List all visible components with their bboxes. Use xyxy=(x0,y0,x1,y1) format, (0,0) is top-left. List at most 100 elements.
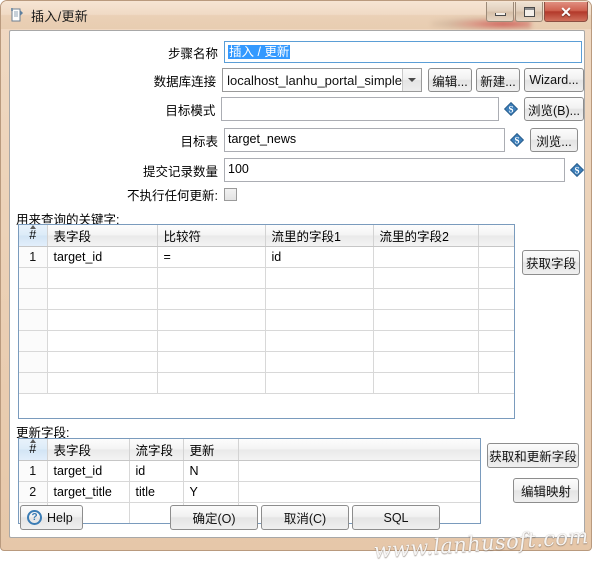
variable-dollar-icon[interactable]: S xyxy=(509,132,525,148)
row-index xyxy=(19,309,48,331)
row-index xyxy=(19,267,48,289)
cell-extra[interactable] xyxy=(478,309,514,331)
cell-comparator[interactable] xyxy=(157,267,266,289)
cell-stream-field2[interactable] xyxy=(373,288,479,310)
column-header-table-field[interactable]: 表字段 xyxy=(47,225,158,247)
cell-extra[interactable] xyxy=(478,246,514,268)
cell-stream-field[interactable]: id xyxy=(129,460,184,482)
table-row[interactable]: 1 target_id = id xyxy=(19,246,514,268)
column-header-stream-field[interactable]: 流字段 xyxy=(129,439,184,461)
commit-size-label: 提交记录数量 xyxy=(142,164,218,179)
cell-table-field[interactable] xyxy=(47,267,158,289)
cell-stream-field1[interactable]: id xyxy=(265,246,374,268)
row-index: 1 xyxy=(19,246,48,268)
row-index: 1 xyxy=(19,460,48,482)
table-row[interactable] xyxy=(19,267,514,289)
cell-stream-field2[interactable] xyxy=(373,267,479,289)
target-table-label: 目标表 xyxy=(180,134,218,149)
cancel-button[interactable]: 取消(C) xyxy=(261,505,349,530)
maximize-button[interactable] xyxy=(515,2,543,22)
get-and-update-fields-button[interactable]: 获取和更新字段 xyxy=(487,443,579,468)
browse-schema-button[interactable]: 浏览(B)... xyxy=(524,97,584,121)
cell-stream-field2[interactable] xyxy=(373,246,479,268)
table-row[interactable] xyxy=(19,351,514,373)
table-row[interactable] xyxy=(19,288,514,310)
cell-stream-field1[interactable] xyxy=(265,351,374,373)
column-header-index[interactable]: # xyxy=(19,439,48,461)
table-row[interactable] xyxy=(19,372,514,394)
browse-table-button[interactable]: 浏览... xyxy=(530,128,578,152)
edit-connection-button[interactable]: 编辑... xyxy=(428,68,472,92)
column-header-index[interactable]: # xyxy=(19,225,48,247)
help-button[interactable]: ? Help xyxy=(20,505,83,530)
cell-stream-field2[interactable] xyxy=(373,309,479,331)
table-row[interactable]: 1 target_id id N xyxy=(19,460,480,482)
cell-extra[interactable] xyxy=(478,267,514,289)
cell-stream-field1[interactable] xyxy=(265,330,374,352)
dialog-window: 插入/更新 ✕ 步骤名称 插入 / 更新 数据库连接 localhost_lan… xyxy=(0,0,592,563)
variable-dollar-icon[interactable]: S xyxy=(569,162,584,178)
step-name-input[interactable]: 插入 / 更新 xyxy=(224,41,582,63)
cell-table-field[interactable] xyxy=(47,330,158,352)
cell-stream-field2[interactable] xyxy=(373,330,479,352)
cell-extra[interactable] xyxy=(478,372,514,394)
column-header-blank[interactable] xyxy=(238,439,480,461)
column-header-stream-field1[interactable]: 流里的字段1 xyxy=(265,225,374,247)
column-header-comparator[interactable]: 比较符 xyxy=(157,225,266,247)
wizard-connection-button[interactable]: Wizard... xyxy=(524,68,584,92)
cell-comparator[interactable] xyxy=(157,351,266,373)
row-index xyxy=(19,372,48,394)
ok-button[interactable]: 确定(O) xyxy=(170,505,258,530)
target-table-input[interactable]: target_news xyxy=(224,128,505,152)
cell-comparator[interactable] xyxy=(157,372,266,394)
cell-table-field[interactable]: target_id xyxy=(47,246,158,268)
cell-table-field[interactable] xyxy=(47,351,158,373)
title-bar[interactable]: 插入/更新 ✕ xyxy=(1,1,591,31)
get-fields-button[interactable]: 获取字段 xyxy=(522,250,580,275)
row-index xyxy=(19,330,48,352)
cell-extra[interactable] xyxy=(478,288,514,310)
close-button[interactable]: ✕ xyxy=(544,2,588,22)
table-row[interactable] xyxy=(19,309,514,331)
cell-stream-field1[interactable] xyxy=(265,309,374,331)
insert-update-step-icon xyxy=(9,7,25,23)
cell-comparator[interactable] xyxy=(157,288,266,310)
chevron-down-icon[interactable] xyxy=(402,69,421,91)
cell-table-field[interactable]: target_id xyxy=(47,460,130,482)
cell-comparator[interactable]: = xyxy=(157,246,266,268)
column-header-table-field[interactable]: 表字段 xyxy=(47,439,130,461)
lookup-keys-grid[interactable]: # 表字段 比较符 流里的字段1 流里的字段2 1 target_id = id xyxy=(18,224,515,419)
commit-size-input[interactable]: 100 xyxy=(224,158,565,182)
cell-table-field[interactable] xyxy=(47,288,158,310)
sql-button[interactable]: SQL xyxy=(352,505,440,530)
cell-table-field[interactable] xyxy=(47,372,158,394)
cell-stream-field2[interactable] xyxy=(373,372,479,394)
connection-combo[interactable]: localhost_lanhu_portal_simple xyxy=(222,68,422,92)
cell-extra[interactable] xyxy=(478,351,514,373)
table-row[interactable] xyxy=(19,330,514,352)
cell-stream-field1[interactable] xyxy=(265,372,374,394)
column-header-index-label: # xyxy=(29,442,37,457)
cell-stream-field2[interactable] xyxy=(373,351,479,373)
minimize-button[interactable] xyxy=(486,2,514,22)
row-index xyxy=(19,288,48,310)
column-header-blank[interactable] xyxy=(478,225,514,247)
column-header-update[interactable]: 更新 xyxy=(183,439,239,461)
svg-text:S: S xyxy=(514,135,519,145)
cell-extra[interactable] xyxy=(238,460,480,482)
column-header-stream-field2[interactable]: 流里的字段2 xyxy=(373,225,479,247)
cell-update-flag[interactable]: N xyxy=(183,460,239,482)
step-name-row: 步骤名称 插入 / 更新 xyxy=(10,41,584,63)
cell-stream-field1[interactable] xyxy=(265,288,374,310)
cell-table-field[interactable] xyxy=(47,309,158,331)
no-update-checkbox[interactable] xyxy=(224,188,237,201)
cell-extra[interactable] xyxy=(478,330,514,352)
cell-comparator[interactable] xyxy=(157,330,266,352)
target-schema-input[interactable] xyxy=(221,97,499,121)
cell-stream-field1[interactable] xyxy=(265,267,374,289)
svg-text:S: S xyxy=(574,165,579,175)
new-connection-button[interactable]: 新建... xyxy=(476,68,520,92)
target-schema-row: 目标模式 S 浏览(B)... xyxy=(10,97,584,121)
variable-dollar-icon[interactable]: S xyxy=(503,101,519,117)
cell-comparator[interactable] xyxy=(157,309,266,331)
